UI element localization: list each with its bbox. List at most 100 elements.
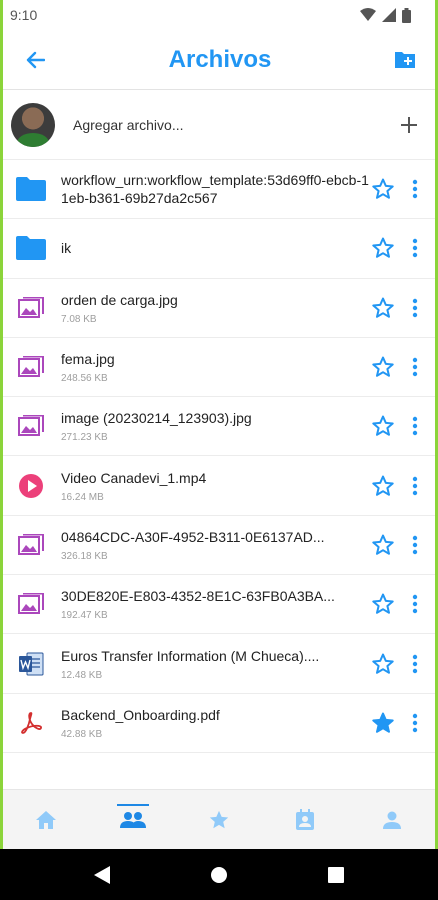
file-type-icon (13, 171, 49, 207)
file-row[interactable]: 30DE820E-E803-4352-8E1C-63FB0A3BA... 192.… (3, 575, 435, 635)
nav-shared[interactable] (109, 796, 157, 844)
people-icon (119, 811, 146, 828)
file-size: 7.08 KB (61, 313, 97, 325)
image-icon (18, 296, 44, 318)
favorite-button[interactable] (369, 294, 397, 322)
file-row[interactable]: Euros Transfer Information (M Chueca)...… (3, 634, 435, 694)
more-options-button[interactable] (407, 294, 423, 322)
square-recents-icon (328, 866, 344, 883)
more-options-button[interactable] (407, 175, 423, 203)
more-vert-icon (412, 239, 418, 258)
star-outline-icon (372, 178, 394, 199)
more-options-button[interactable] (407, 709, 423, 737)
nav-profile[interactable] (368, 796, 416, 844)
file-text: image (20230214_123903).jpg 271.23 KB (61, 409, 369, 443)
file-text: fema.jpg 248.56 KB (61, 350, 369, 384)
back-button[interactable] (21, 46, 49, 74)
file-type-icon (13, 468, 49, 504)
image-icon (18, 356, 44, 378)
favorite-button[interactable] (369, 590, 397, 618)
favorite-button[interactable] (369, 412, 397, 440)
add-file-button[interactable] (395, 111, 423, 139)
star-outline-icon (372, 593, 394, 615)
play-circle-icon (19, 473, 43, 498)
file-row[interactable]: fema.jpg 248.56 KB (3, 338, 435, 398)
star-filled-icon (372, 712, 394, 733)
status-time: 9:10 (10, 7, 38, 23)
file-type-icon (13, 290, 49, 326)
file-text: 04864CDC-A30F-4952-B311-0E6137AD... 326.1… (61, 528, 369, 562)
system-nav-bar (0, 849, 438, 900)
favorite-button[interactable] (369, 234, 397, 262)
folder-row[interactable]: ik (3, 219, 435, 279)
star-outline-icon (372, 237, 394, 259)
more-options-button[interactable] (407, 650, 423, 678)
file-name: image (20230214_123903).jpg (61, 410, 252, 427)
file-name: Euros Transfer Information (M Chueca)...… (61, 647, 320, 664)
nav-contacts[interactable] (281, 796, 329, 844)
star-outline-icon (372, 415, 394, 437)
more-options-button[interactable] (407, 590, 423, 618)
file-text: Video Canadevi_1.mp4 16.24 MB (61, 469, 369, 503)
star-outline-icon (372, 356, 394, 377)
system-home-button[interactable] (210, 866, 228, 884)
add-file-input[interactable]: Agregar archivo... (73, 117, 395, 133)
file-text: ik (61, 239, 369, 257)
file-size: 12.48 KB (61, 669, 103, 681)
folder-row[interactable]: workflow_urn:workflow_template:53d69ff0-… (3, 160, 435, 220)
favorite-button[interactable] (369, 709, 397, 737)
more-options-button[interactable] (407, 353, 423, 381)
star-outline-icon (372, 475, 394, 496)
add-file-row: Agregar archivo... (3, 90, 435, 160)
favorite-button[interactable] (369, 175, 397, 203)
image-icon (18, 415, 44, 437)
more-vert-icon (412, 595, 418, 614)
create-new-folder-icon (394, 51, 415, 68)
favorite-button[interactable] (369, 472, 397, 500)
new-folder-button[interactable] (391, 46, 419, 74)
pdf-icon (21, 711, 42, 734)
triangle-back-icon (94, 865, 110, 884)
battery-icon (402, 7, 411, 23)
system-recents-button[interactable] (328, 866, 344, 883)
file-list: workflow_urn:workflow_template:53d69ff0-… (3, 160, 435, 753)
more-options-button[interactable] (407, 472, 423, 500)
file-name: workflow_urn:workflow_template:53d69ff0-… (61, 172, 369, 207)
favorite-button[interactable] (369, 650, 397, 678)
more-options-button[interactable] (407, 412, 423, 440)
more-options-button[interactable] (407, 234, 423, 262)
file-type-icon (13, 349, 49, 385)
file-row[interactable]: orden de carga.jpg 7.08 KB (3, 279, 435, 338)
file-name: 30DE820E-E803-4352-8E1C-63FB0A3BA... (61, 588, 335, 605)
system-back-button[interactable] (94, 865, 110, 884)
nav-favorites[interactable] (195, 796, 243, 844)
nav-home[interactable] (22, 796, 70, 844)
arrow-back-icon (26, 51, 45, 68)
more-vert-icon (412, 713, 418, 733)
file-text: 30DE820E-E803-4352-8E1C-63FB0A3BA... 192.… (61, 587, 369, 621)
plus-icon (401, 116, 417, 133)
more-vert-icon (412, 476, 418, 495)
word-document-icon (19, 652, 44, 676)
file-row[interactable]: Video Canadevi_1.mp4 16.24 MB (3, 456, 435, 516)
file-row[interactable]: 04864CDC-A30F-4952-B311-0E6137AD... 326.1… (3, 516, 435, 576)
file-size: 271.23 KB (61, 432, 108, 444)
file-row[interactable]: image (20230214_123903).jpg 271.23 KB (3, 397, 435, 457)
favorite-button[interactable] (369, 353, 397, 381)
person-icon (382, 811, 401, 829)
more-vert-icon (412, 298, 418, 317)
file-text: Backend_Onboarding.pdf 42.88 KB (61, 706, 369, 740)
file-type-icon (13, 230, 49, 266)
file-size: 192.47 KB (61, 610, 108, 622)
file-row[interactable]: Backend_Onboarding.pdf 42.88 KB (3, 694, 435, 753)
folder-icon (16, 177, 46, 202)
more-vert-icon (412, 417, 418, 436)
app-bar: Archivos (3, 30, 435, 90)
file-size: 248.56 KB (61, 373, 108, 385)
favorite-button[interactable] (369, 531, 397, 559)
more-options-button[interactable] (407, 531, 423, 559)
file-name: Video Canadevi_1.mp4 (61, 469, 207, 486)
circle-home-icon (211, 866, 227, 883)
signal-icon (382, 8, 396, 22)
star-icon (209, 810, 229, 828)
